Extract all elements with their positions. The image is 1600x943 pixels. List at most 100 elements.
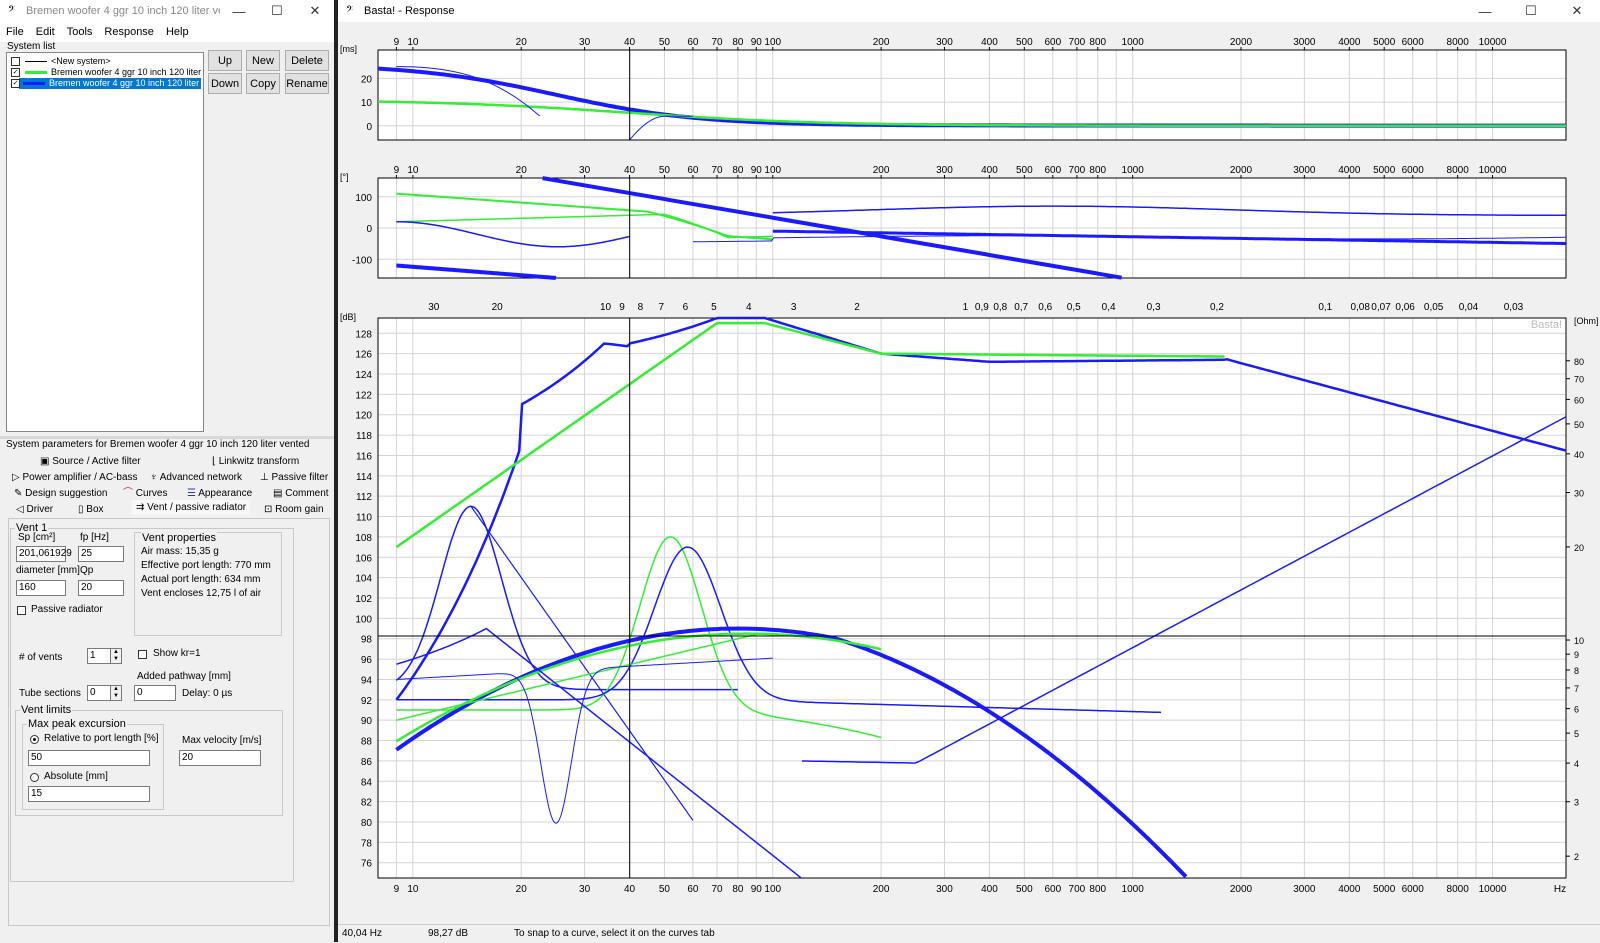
system-list-item[interactable]: <New system> — [9, 56, 201, 67]
freq-tick-label: 70 — [711, 37, 723, 48]
freq-tick-label: 2000 — [1230, 37, 1253, 48]
tube-sections-spinner[interactable]: ▲ ▼ — [110, 685, 122, 701]
rename-button[interactable]: Rename — [285, 73, 329, 94]
wavelength-tick-label: 0,05 — [1424, 302, 1444, 313]
freq-tick-label: 2000 — [1230, 884, 1253, 895]
freq-tick-label: 40 — [624, 37, 636, 48]
y-tick-label: 76 — [361, 859, 373, 870]
close-icon[interactable]: ✕ — [296, 3, 334, 19]
sp-input[interactable]: 201,061929 — [16, 546, 72, 562]
maximize-icon[interactable]: ☐ — [258, 3, 296, 19]
tab-appearance[interactable]: ☰ Appearance — [187, 486, 252, 501]
tube-sections-input[interactable]: 0 — [87, 685, 111, 701]
tab-box[interactable]: ▯ Box — [78, 502, 104, 517]
status-frequency: 40,04 Hz — [342, 928, 383, 939]
qp-input[interactable]: 20 — [78, 580, 124, 596]
sp-label: Sp [cm²] — [18, 532, 56, 543]
y-tick-label: 100 — [355, 193, 372, 204]
impedance-tick-label: 50 — [1574, 420, 1584, 430]
y-tick-label: 114 — [356, 472, 372, 483]
copy-button[interactable]: Copy — [246, 73, 280, 94]
tab-room-gain[interactable]: ⊡ Room gain — [264, 502, 324, 517]
system-checkbox[interactable]: ✓ — [11, 68, 20, 77]
speaker-icon: ◁ — [16, 504, 27, 515]
vent-icon: ⇉ — [136, 502, 148, 513]
freq-tick-label: 70 — [711, 884, 723, 895]
max-velocity-input[interactable]: 20 — [179, 750, 261, 766]
y-tick-label: 98 — [361, 635, 373, 646]
new-button[interactable]: New — [246, 50, 280, 71]
freq-tick-label: 60 — [687, 165, 699, 176]
freq-tick-label: 1000 — [1122, 884, 1145, 895]
delete-button[interactable]: Delete — [285, 50, 329, 71]
relative-radio[interactable] — [30, 735, 39, 744]
menu-tools[interactable]: Tools — [61, 26, 99, 38]
show-kr-checkbox[interactable] — [138, 650, 147, 659]
y-tick-label: 94 — [361, 675, 373, 686]
passive-radiator-checkbox[interactable] — [17, 606, 26, 615]
system-list-item-selected[interactable]: Bremen woofer 4 ggr 10 inch 120 liter — [19, 78, 201, 89]
y-tick-label: 122 — [355, 390, 372, 401]
impedance-tick-label: 80 — [1574, 357, 1584, 367]
freq-tick-label: 300 — [936, 37, 953, 48]
relative-input[interactable]: 50 — [28, 750, 150, 766]
menu-help[interactable]: Help — [160, 26, 195, 38]
vent-property: Actual port length: 634 mm — [141, 574, 261, 585]
wavelength-tick-label: 8 — [638, 302, 644, 313]
menu-response[interactable]: Response — [98, 26, 160, 38]
tab-driver[interactable]: ◁ Driver — [16, 502, 53, 517]
response-plots[interactable]: 20100[ms]9 10 20 30 40 50 60 70 80 90 100 200 300 400… — [338, 22, 1600, 926]
added-pathway-input[interactable]: 0 — [134, 685, 176, 701]
system-checkbox[interactable]: ✓ — [11, 79, 20, 88]
vent-property: Air mass: 15,35 g — [141, 546, 219, 557]
num-vents-input[interactable]: 1 — [87, 648, 111, 664]
tab-vent-passive-radiator[interactable]: ⇉ Vent / passive radiator — [132, 500, 251, 515]
impedance-tick-label: 70 — [1574, 375, 1584, 385]
wavelength-tick-label: 0,06 — [1395, 302, 1415, 313]
y-tick-label: 116 — [356, 451, 372, 462]
absolute-radio[interactable] — [30, 773, 39, 782]
y-tick-label: 112 — [356, 492, 372, 503]
up-button[interactable]: Up — [208, 50, 242, 71]
tab-source-active-filter[interactable]: ▣ Source / Active filter — [40, 454, 141, 469]
system-line-swatch — [23, 82, 45, 85]
freq-tick-label: 200 — [873, 37, 890, 48]
y-tick-label: 10 — [361, 98, 373, 109]
freq-tick-label: 60 — [687, 37, 699, 48]
tab-linkwitz-transform[interactable]: ⌊ Linkwitz transform — [212, 454, 299, 469]
wavelength-tick-label: 6 — [683, 302, 689, 313]
tab-design-suggestion[interactable]: ✎ Design suggestion — [14, 486, 107, 501]
tab-curves[interactable]: ⌒ Curves — [123, 486, 167, 501]
y-tick-label: 86 — [361, 757, 373, 768]
minimize-icon[interactable]: — — [220, 4, 258, 19]
tab-passive-filter[interactable]: ⊥ Passive filter — [260, 470, 328, 485]
minimize-icon[interactable]: — — [1462, 4, 1508, 19]
num-vents-spinner[interactable]: ▲ ▼ — [110, 648, 122, 664]
absolute-input[interactable]: 15 — [28, 786, 150, 802]
y-tick-label: 120 — [355, 411, 372, 422]
tab-comment[interactable]: ▤ Comment — [273, 486, 329, 501]
fp-input[interactable]: 25 — [78, 546, 124, 562]
freq-tick-label: 800 — [1089, 884, 1106, 895]
max-velocity-label: Max velocity [m/s] — [182, 735, 262, 746]
system-checkbox[interactable] — [11, 57, 20, 66]
close-icon[interactable]: ✕ — [1554, 3, 1600, 19]
impedance-tick-label: 3 — [1574, 798, 1579, 808]
menu-edit[interactable]: Edit — [30, 26, 61, 38]
system-list[interactable]: <New system> ✓ Bremen woofer 4 ggr 10 in… — [6, 52, 204, 432]
added-pathway-label: Added pathway [mm] — [137, 671, 231, 682]
maximize-icon[interactable]: ☐ — [1508, 3, 1554, 19]
freq-tick-label: 5000 — [1373, 37, 1396, 48]
y-tick-label: 110 — [356, 513, 372, 524]
freq-tick-label: 500 — [1016, 884, 1033, 895]
tab-power-amplifier[interactable]: ▷ Power amplifier / AC-bass — [12, 470, 138, 485]
system-list-item[interactable]: ✓ Bremen woofer 4 ggr 10 inch 120 liter — [9, 67, 201, 78]
menu-file[interactable]: File — [0, 26, 30, 38]
down-button[interactable]: Down — [208, 73, 242, 94]
wavelength-tick-label: 9 — [619, 302, 625, 313]
freq-tick-label: 600 — [1044, 165, 1061, 176]
fp-label: fp [Hz] — [80, 532, 109, 543]
diameter-input[interactable]: 160 — [16, 580, 66, 596]
tab-advanced-network[interactable]: ♆ Advanced network — [150, 470, 242, 485]
tube-sections-label: Tube sections — [19, 688, 81, 699]
